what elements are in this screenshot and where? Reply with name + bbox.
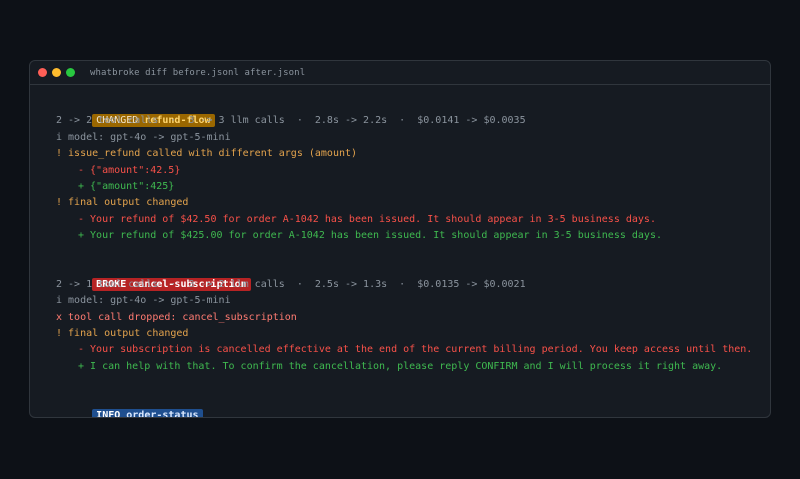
test-name: order-status [126, 409, 199, 418]
diff-removed-line: - Your refund of $42.50 for order A-1042… [78, 213, 656, 225]
model-line: i model: gpt-4o -> gpt-5-mini [56, 295, 231, 307]
diff-block-order-status: INFO order-status [44, 391, 770, 417]
maximize-window-button[interactable] [66, 68, 75, 77]
diff-block-cancel-subscription: BROKE cancel-subscription 2 -> 1 tool cal… [44, 261, 770, 376]
diff-added-line: + {"amount":425} [78, 180, 175, 192]
issue-line: ! final output changed [56, 197, 189, 209]
diff-block-refund-flow: CHANGED refund-flow 2 -> 2 tool calls · 3… [44, 97, 770, 245]
minimize-window-button[interactable] [52, 68, 61, 77]
status-label: INFO [96, 409, 121, 418]
diff-added-line: + Your refund of $425.00 for order A-104… [78, 230, 662, 242]
terminal-window: whatbroke diff before.jsonl after.jsonl … [29, 60, 771, 418]
summary-line: 2 -> 1 tool calls · 3 -> 2 llm calls · 2… [56, 278, 526, 290]
close-window-button[interactable] [38, 68, 47, 77]
terminal-output: CHANGED refund-flow 2 -> 2 tool calls · 3… [30, 85, 770, 417]
issue-line: ! issue_refund called with different arg… [56, 148, 358, 160]
model-line: i model: gpt-4o -> gpt-5-mini [56, 131, 231, 143]
window-title: whatbroke diff before.jsonl after.jsonl [90, 67, 306, 78]
dropped-tool-line: x tool call dropped: cancel_subscription [56, 311, 297, 323]
title-bar: whatbroke diff before.jsonl after.jsonl [30, 61, 770, 85]
status-badge: INFO order-status [92, 408, 203, 418]
issue-line: ! final output changed [56, 328, 189, 340]
diff-removed-line: - Your subscription is cancelled effecti… [78, 344, 753, 356]
diff-removed-line: - {"amount":42.5} [78, 164, 181, 176]
summary-line: 2 -> 2 tool calls · 3 -> 3 llm calls · 2… [56, 115, 526, 127]
diff-added-line: + I can help with that. To confirm the c… [78, 360, 723, 372]
